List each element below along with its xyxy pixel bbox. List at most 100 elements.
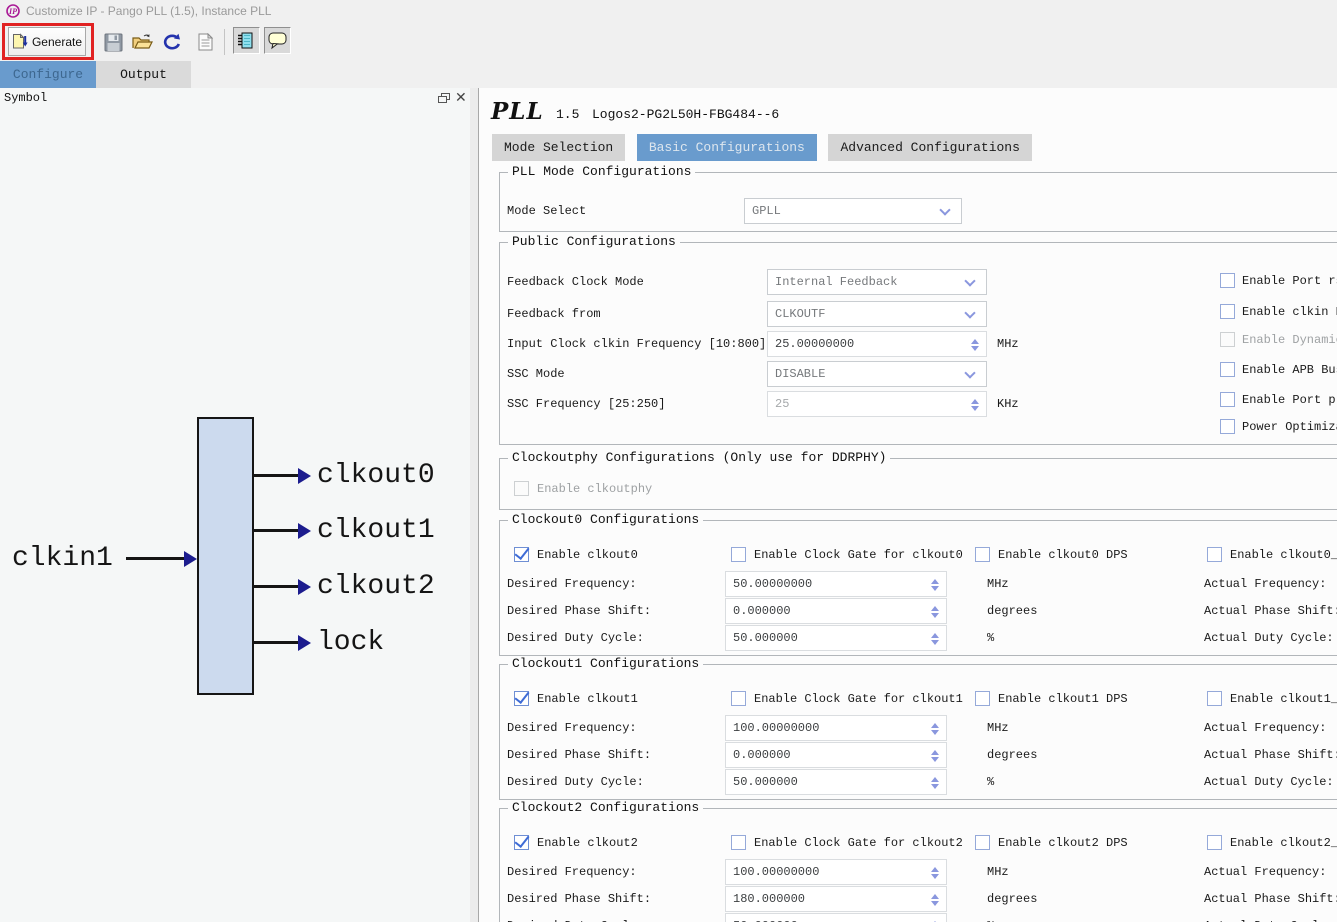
clkout1-dps-checkbox[interactable] [975, 691, 990, 706]
customize-ip-window: IP Customize IP - Pango PLL (1.5), Insta… [0, 0, 1337, 922]
enable-port-rs-checkbox[interactable] [1220, 273, 1235, 288]
clkout0-n-label: Enable clkout0_n [1230, 547, 1337, 562]
spin-down-icon[interactable] [931, 901, 939, 906]
clkout2-frequency-value: 100.00000000 [733, 865, 819, 879]
reload-button[interactable] [160, 30, 184, 54]
spin-down-icon[interactable] [971, 346, 979, 351]
spin-up-icon[interactable] [931, 777, 939, 782]
panel-splitter[interactable] [470, 88, 478, 922]
spin-up-icon[interactable] [931, 867, 939, 872]
clkout1-duty-spinbox[interactable]: 50.000000 [725, 769, 947, 795]
tab-output[interactable]: Output [96, 61, 191, 88]
svg-text:IP: IP [8, 7, 17, 16]
close-panel-icon[interactable]: ✕ [455, 89, 467, 107]
tab-mode-selection[interactable]: Mode Selection [492, 134, 625, 161]
desired-frequency-label: Desired Frequency: [507, 859, 637, 885]
symbol-panel-header: Symbol ✕ [0, 88, 470, 110]
enable-clkout0-checkbox[interactable] [514, 547, 529, 562]
clkout0-duty-spinbox[interactable]: 50.000000 [725, 625, 947, 651]
spin-down-icon[interactable] [931, 784, 939, 789]
section-title: Clockout1 Configurations [508, 656, 703, 671]
output-port-wire [254, 641, 298, 644]
enable-apb-bus-checkbox[interactable] [1220, 362, 1235, 377]
ssc-mode-dropdown[interactable]: DISABLE [767, 361, 987, 387]
spin-down-icon[interactable] [931, 874, 939, 879]
report-button[interactable] [193, 30, 217, 54]
chevron-down-icon [939, 204, 950, 215]
enable-clkout1-checkbox[interactable] [514, 691, 529, 706]
pll-symbol-block [197, 417, 254, 695]
feedback-from-value: CLKOUTF [775, 307, 825, 321]
clkout0-phase-spinbox[interactable]: 0.000000 [725, 598, 947, 624]
phase-unit: degrees [987, 886, 1037, 912]
clkout2-phase-spinbox[interactable]: 180.000000 [725, 886, 947, 912]
clock-gate-clkout2-checkbox[interactable] [731, 835, 746, 850]
enable-port-rs-label: Enable Port rs [1242, 273, 1337, 288]
actual-frequency-label: Actual Frequency: [1204, 571, 1326, 597]
tab-configure[interactable]: Configure [0, 61, 96, 88]
clkout0-frequency-value: 50.00000000 [733, 577, 812, 591]
pll-mode-section: PLL Mode Configurations Mode Select GPLL [499, 172, 1337, 232]
generate-button[interactable]: Generate [8, 27, 86, 56]
clock-gate-clkout0-checkbox[interactable] [731, 547, 746, 562]
spin-up-icon[interactable] [931, 723, 939, 728]
clkout2-duty-spinbox[interactable]: 50.000000 [725, 913, 947, 922]
spin-down-icon[interactable] [931, 730, 939, 735]
undock-panel-icon[interactable] [438, 93, 450, 104]
spin-down-icon[interactable] [931, 757, 939, 762]
enable-clkin-d-checkbox[interactable] [1220, 304, 1235, 319]
clock-gate-clkout1-checkbox[interactable] [731, 691, 746, 706]
enable-clkout2-checkbox[interactable] [514, 835, 529, 850]
spin-up-icon[interactable] [931, 750, 939, 755]
spin-up-icon[interactable] [971, 339, 979, 344]
enable-port-pl-checkbox[interactable] [1220, 392, 1235, 407]
save-button[interactable] [101, 30, 125, 54]
clkout0-frequency-spinbox[interactable]: 50.00000000 [725, 571, 947, 597]
clkout2-dps-checkbox[interactable] [975, 835, 990, 850]
tab-advanced-configurations[interactable]: Advanced Configurations [828, 134, 1031, 161]
tab-basic-configurations[interactable]: Basic Configurations [637, 134, 817, 161]
clkout1-n-checkbox[interactable] [1207, 691, 1222, 706]
desired-phase-label: Desired Phase Shift: [507, 598, 651, 624]
clkout0-dps-checkbox[interactable] [975, 547, 990, 562]
spin-up-icon[interactable] [931, 606, 939, 611]
clkout0-n-checkbox[interactable] [1207, 547, 1222, 562]
frequency-unit: MHz [987, 715, 1009, 741]
clkin-frequency-spinbox[interactable]: 25.00000000 [767, 331, 987, 357]
spin-up-icon[interactable] [931, 894, 939, 899]
feedback-from-label: Feedback from [507, 301, 601, 327]
enable-clkin-d-label: Enable clkin D [1242, 304, 1337, 319]
clkout1-phase-spinbox[interactable]: 0.000000 [725, 742, 947, 768]
mode-select-label: Mode Select [507, 198, 586, 224]
clkout2-n-checkbox[interactable] [1207, 835, 1222, 850]
actual-duty-label: Actual Duty Cycle: [1204, 769, 1334, 795]
spin-up-icon[interactable] [931, 579, 939, 584]
spin-down-icon[interactable] [931, 613, 939, 618]
clkout0-dps-label: Enable clkout0 DPS [998, 547, 1128, 562]
symbol-view-toggle-button[interactable] [233, 27, 260, 54]
chevron-down-icon [964, 275, 975, 286]
output-arrow-icon [298, 523, 311, 539]
clkout1-dps-label: Enable clkout1 DPS [998, 691, 1128, 706]
frequency-unit: MHz [987, 571, 1009, 597]
feedback-from-dropdown[interactable]: CLKOUTF [767, 301, 987, 327]
output-arrow-icon [298, 635, 311, 651]
message-view-toggle-button[interactable] [264, 27, 291, 54]
ssc-mode-label: SSC Mode [507, 361, 565, 387]
phase-unit: degrees [987, 598, 1037, 624]
feedback-clock-mode-dropdown[interactable]: Internal Feedback [767, 269, 987, 295]
spin-down-icon[interactable] [931, 586, 939, 591]
feedback-clock-mode-value: Internal Feedback [775, 275, 897, 289]
clockoutphy-section: Clockoutphy Configurations (Only use for… [499, 458, 1337, 510]
clkout1-frequency-spinbox[interactable]: 100.00000000 [725, 715, 947, 741]
desired-phase-label: Desired Phase Shift: [507, 742, 651, 768]
spin-up-icon[interactable] [931, 633, 939, 638]
clkout1-frequency-value: 100.00000000 [733, 721, 819, 735]
chip-icon [236, 30, 257, 51]
spin-down-icon[interactable] [931, 640, 939, 645]
power-optimization-checkbox[interactable] [1220, 419, 1235, 434]
clkout2-frequency-spinbox[interactable]: 100.00000000 [725, 859, 947, 885]
open-button[interactable] [130, 30, 154, 54]
mode-select-dropdown[interactable]: GPLL [744, 198, 962, 224]
generate-label: Generate [32, 35, 82, 49]
